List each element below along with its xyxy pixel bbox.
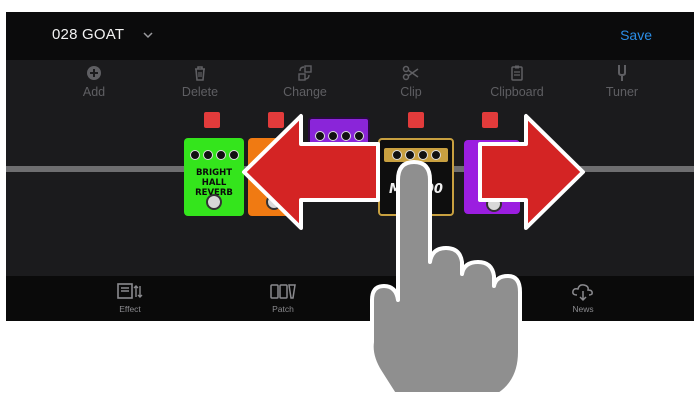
change-button[interactable]: Change bbox=[265, 64, 345, 99]
pedal-purple[interactable] bbox=[308, 117, 370, 201]
delete-label: Delete bbox=[181, 85, 219, 99]
app-window: 028 GOAT Save Add Delete Change Clip Cli… bbox=[6, 12, 694, 321]
pedal-1-label-line1: BRIGHT HALL bbox=[195, 168, 233, 188]
pedal-4-label: MS 800 bbox=[389, 182, 443, 197]
pedal-orange[interactable] bbox=[248, 138, 300, 216]
add-label: Add bbox=[82, 85, 106, 99]
nav-news[interactable]: News bbox=[553, 282, 613, 314]
nav-effect-label: Effect bbox=[119, 304, 141, 314]
nav-patch-label: Patch bbox=[272, 304, 294, 314]
pedal-ms-800[interactable]: MS 800 VE bbox=[378, 138, 454, 216]
pedal-4-label-tail: VE bbox=[406, 197, 426, 212]
pedal-5-label: CO bbox=[484, 166, 500, 176]
patch-icon bbox=[270, 284, 296, 299]
nav-effect[interactable]: Effect bbox=[100, 282, 160, 314]
add-button[interactable]: Add bbox=[54, 64, 134, 99]
save-button[interactable]: Save bbox=[620, 27, 652, 43]
nav-news-label: News bbox=[572, 304, 594, 314]
pedal-5-onoff-toggle[interactable] bbox=[482, 112, 498, 128]
trash-icon bbox=[195, 66, 205, 81]
tuner-label: Tuner bbox=[605, 85, 639, 99]
footswitch bbox=[266, 194, 282, 210]
clipboard-icon bbox=[511, 65, 523, 81]
effect-icon bbox=[117, 283, 143, 299]
pedal-4-knobs bbox=[380, 150, 452, 160]
nav-patch[interactable]: Patch bbox=[253, 282, 313, 314]
footswitch bbox=[206, 194, 222, 210]
pedal-2-onoff-toggle[interactable] bbox=[268, 112, 284, 128]
delete-button[interactable]: Delete bbox=[160, 64, 240, 99]
tuner-button[interactable]: Tuner bbox=[582, 64, 662, 99]
pedal-1-knobs bbox=[184, 150, 244, 160]
patch-selector[interactable]: 028 GOAT bbox=[52, 26, 154, 43]
clip-label: Clip bbox=[400, 85, 422, 99]
clipboard-button[interactable]: Clipboard bbox=[477, 64, 557, 99]
clip-button[interactable]: Clip bbox=[371, 64, 451, 99]
footswitch bbox=[486, 196, 502, 212]
tuning-fork-icon bbox=[618, 65, 626, 81]
add-icon bbox=[87, 66, 101, 80]
bottom-nav: Effect Patch News bbox=[6, 276, 694, 321]
change-label: Change bbox=[283, 85, 327, 99]
pedal-bright-hall-reverb[interactable]: BRIGHT HALL REVERB bbox=[184, 138, 244, 216]
pedal-3-graphic bbox=[310, 177, 368, 199]
cloud-download-icon bbox=[572, 284, 593, 302]
pedal-3-knobs bbox=[310, 131, 368, 141]
pedal-4-onoff-toggle[interactable] bbox=[408, 112, 424, 128]
pedal-purple-co[interactable]: CO bbox=[464, 140, 520, 214]
scissors-icon bbox=[402, 65, 419, 81]
pedal-1-onoff-toggle[interactable] bbox=[204, 112, 220, 128]
clipboard-label: Clipboard bbox=[490, 85, 544, 99]
header-bar: 028 GOAT Save bbox=[6, 12, 694, 60]
swap-icon bbox=[298, 65, 312, 81]
chevron-down-icon bbox=[143, 31, 153, 38]
patch-name: 028 GOAT bbox=[52, 26, 125, 43]
